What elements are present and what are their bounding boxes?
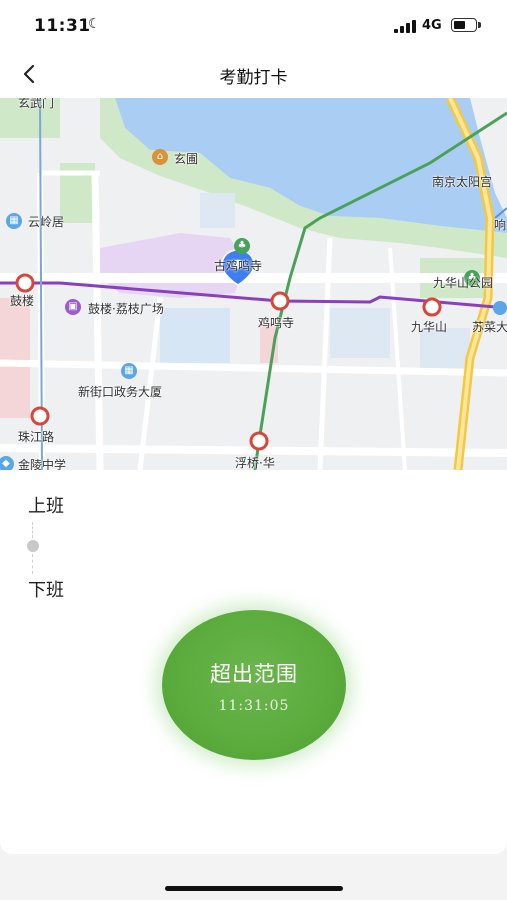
home-indicator[interactable] bbox=[165, 886, 343, 891]
page-title: 考勤打卡 bbox=[219, 68, 288, 88]
clock-out-label: 下班 bbox=[28, 580, 64, 601]
status-time: 11:31 bbox=[34, 16, 91, 36]
network-type: 4G bbox=[422, 18, 442, 33]
timeline-line bbox=[32, 554, 33, 574]
map-label: 古鸡鸣寺 bbox=[214, 259, 263, 273]
map-canvas bbox=[0, 98, 507, 470]
map-label: 浮桥·华 bbox=[235, 456, 275, 470]
map-label: 九华山 bbox=[411, 320, 448, 334]
map-label: 苏菜大 bbox=[472, 320, 507, 334]
building-icon: ▦ bbox=[6, 213, 22, 229]
map-label: 玄武门 bbox=[18, 98, 55, 110]
map-label: 珠江路 bbox=[18, 430, 55, 444]
map-label: 云岭居 bbox=[28, 215, 65, 229]
map-label: 玄圃 bbox=[174, 152, 199, 166]
map-view[interactable]: ⌂ ▦ ♣ ♣ ▣ ▦ ◆ 玄武门 玄圃 南京太阳宫 响 云岭居 古鸡鸣寺 九华… bbox=[0, 98, 507, 470]
punch-status: 超出范围 bbox=[210, 662, 298, 686]
map-label: 南京太阳宫 bbox=[432, 175, 493, 189]
map-label: 新街口政务大厦 bbox=[78, 385, 163, 399]
park-icon: ♣ bbox=[234, 238, 250, 254]
battery-icon bbox=[451, 18, 481, 32]
map-label: 九华山公园 bbox=[433, 276, 494, 290]
signal-icon bbox=[394, 20, 416, 33]
nav-bar: 考勤打卡 bbox=[0, 52, 507, 98]
status-bar: 11:31 ☾ 4G bbox=[0, 0, 507, 52]
school-icon: ◆ bbox=[0, 456, 14, 470]
map-label: 金陵中学 bbox=[18, 458, 67, 470]
map-label: 鸡鸣寺 bbox=[258, 316, 295, 330]
attendance-card: 上班 下班 超出范围 11:31:05 bbox=[0, 470, 507, 854]
building-icon: ▦ bbox=[121, 363, 137, 379]
moon-icon: ☾ bbox=[88, 16, 101, 32]
clock-in-label: 上班 bbox=[28, 496, 64, 517]
timeline-line bbox=[32, 522, 33, 538]
timeline-dot bbox=[27, 540, 39, 552]
shopping-icon: ▣ bbox=[65, 299, 81, 315]
map-label: 鼓楼·荔枝广场 bbox=[88, 302, 164, 316]
map-label: 鼓楼 bbox=[10, 294, 35, 308]
map-label: 响 bbox=[494, 218, 507, 232]
temple-icon: ⌂ bbox=[152, 149, 168, 165]
punch-time: 11:31:05 bbox=[218, 698, 290, 714]
punch-button[interactable]: 超出范围 11:31:05 bbox=[162, 610, 346, 760]
